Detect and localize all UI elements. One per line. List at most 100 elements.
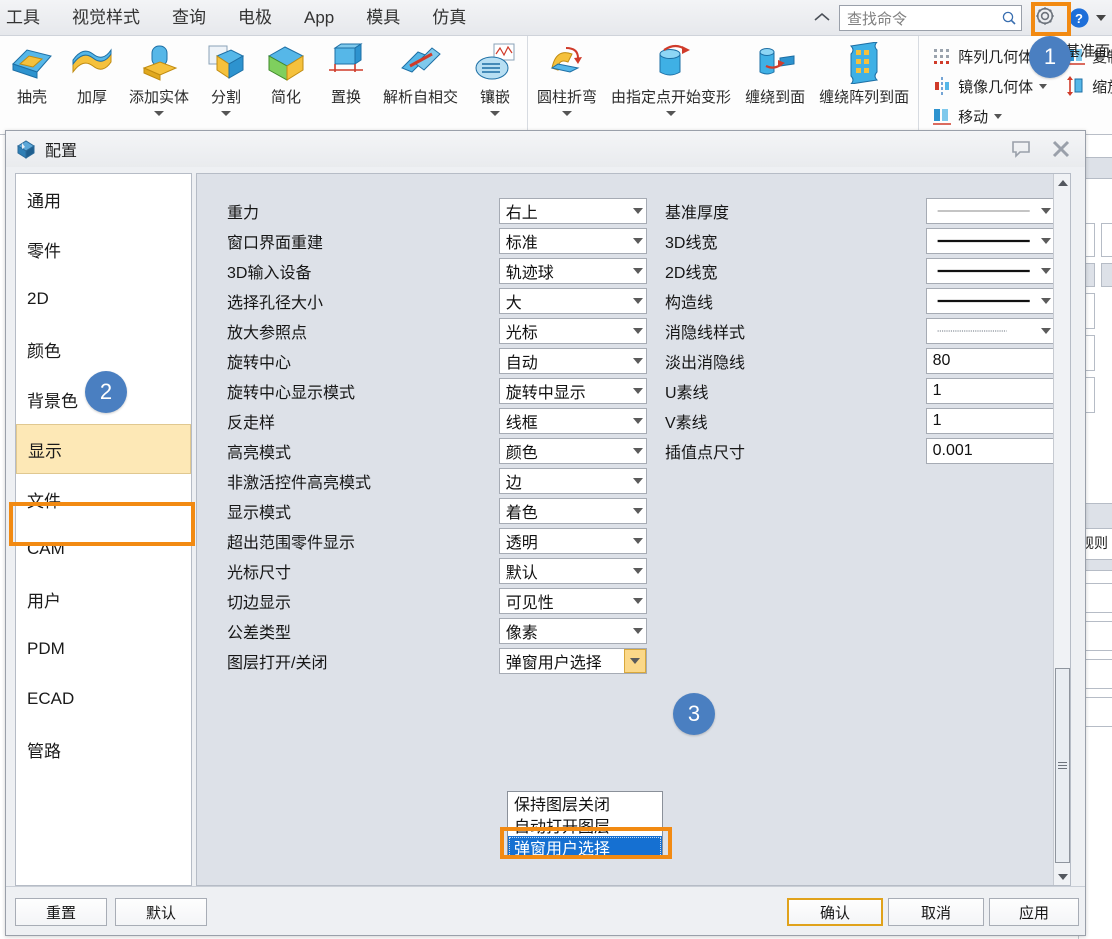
chevron-down-icon[interactable] xyxy=(490,111,501,116)
ribbon-label: 圆柱折弯 xyxy=(537,89,598,106)
sidebar-item-2d[interactable]: 2D xyxy=(16,274,191,324)
comment-icon[interactable] xyxy=(1011,139,1031,159)
chevron-down-icon[interactable] xyxy=(624,649,646,673)
chevron-down-icon[interactable] xyxy=(994,113,1003,119)
setting-input-v-isoline[interactable]: 1 xyxy=(925,408,1055,434)
setting-select-selection-aperture[interactable]: 大 xyxy=(498,288,647,314)
ribbon-button-cylindrical-bend[interactable]: 圆柱折弯 xyxy=(530,36,604,116)
setting-select-2d-line-width[interactable] xyxy=(925,258,1055,284)
setting-select-construction-line[interactable] xyxy=(925,288,1055,314)
setting-select-gravity[interactable]: 右上 xyxy=(498,198,647,224)
setting-select-rotation-center-display-mode[interactable]: 旋转中显示 xyxy=(498,378,647,404)
sidebar-item-piping[interactable]: 管路 xyxy=(16,724,191,774)
setting-row-layer-on-off: 图层打开/关闭 弹窗用户选择 xyxy=(227,646,647,676)
sidebar-item-general[interactable]: 通用 xyxy=(16,174,191,224)
line-sample xyxy=(933,235,1038,247)
setting-select-out-of-range-part-display[interactable]: 透明 xyxy=(498,528,647,554)
ribbon-button-tessellate[interactable]: 镶嵌 xyxy=(465,36,525,116)
setting-select-highlight-mode[interactable]: 颜色 xyxy=(498,438,647,464)
chevron-down-icon[interactable] xyxy=(221,111,232,116)
chevron-down-icon[interactable] xyxy=(154,111,164,116)
setting-select-display-mode[interactable]: 着色 xyxy=(498,498,647,524)
cancel-button[interactable]: 取消 xyxy=(888,898,984,926)
ribbon-button-deform-from-point[interactable]: 由指定点开始变形 xyxy=(604,36,738,116)
ok-button[interactable]: 确认 xyxy=(787,898,883,926)
chevron-down-icon[interactable] xyxy=(1096,15,1106,21)
reset-button[interactable]: 重置 xyxy=(15,898,107,926)
ribbon-command-move[interactable]: 移动 xyxy=(927,102,1051,130)
layer-on-off-dropdown[interactable]: 保持图层关闭 自动打开图层 弹窗用户选择 xyxy=(507,791,663,859)
chevron-down-icon[interactable] xyxy=(562,111,573,116)
scrollbar-down-button[interactable] xyxy=(1054,868,1070,885)
ribbon-button-wrap-to-face[interactable]: 缠绕到面 xyxy=(738,36,812,116)
menu-item-electrode[interactable]: 电极 xyxy=(222,0,288,36)
setting-value: 着色 xyxy=(505,505,538,522)
ribbon-button-resolve-self-intersection[interactable]: 解析自相交 xyxy=(376,36,465,116)
setting-select-layer-on-off[interactable]: 弹窗用户选择 xyxy=(498,648,647,674)
setting-select-3d-line-width[interactable] xyxy=(925,228,1055,254)
scrollbar-up-button[interactable] xyxy=(1054,174,1070,191)
ribbon-button-wrap-pattern-to-face[interactable]: 缠绕阵列到面 xyxy=(812,36,916,116)
apply-button[interactable]: 应用 xyxy=(989,898,1079,926)
setting-select-antialiasing[interactable]: 线框 xyxy=(498,408,647,434)
grip-icon xyxy=(1058,762,1067,769)
setting-label: 显示模式 xyxy=(227,505,292,522)
sidebar-item-color[interactable]: 颜色 xyxy=(16,324,191,374)
setting-select-rotation-center[interactable]: 自动 xyxy=(498,348,647,374)
home-icon[interactable] xyxy=(811,7,833,29)
ribbon-button-thicken[interactable]: 加厚 xyxy=(62,36,122,116)
setting-select-inactive-highlight-mode[interactable]: 边 xyxy=(498,468,647,494)
ribbon-button-replace[interactable]: 置换 xyxy=(316,36,376,116)
sidebar-item-ecad[interactable]: ECAD xyxy=(16,674,191,724)
chevron-up-icon xyxy=(1057,179,1068,186)
sidebar-item-cam[interactable]: CAM xyxy=(16,524,191,574)
setting-select-tolerance-type[interactable]: 像素 xyxy=(498,618,647,644)
setting-select-3d-input-device[interactable]: 轨迹球 xyxy=(498,258,647,284)
scrollbar-thumb[interactable] xyxy=(1055,668,1070,863)
sidebar-item-display[interactable]: 显示 xyxy=(16,424,191,474)
setting-label: 3D输入设备 xyxy=(227,265,312,282)
settings-gear-button[interactable] xyxy=(1028,1,1062,35)
dropdown-option-popup-user-choice[interactable]: 弹窗用户选择 xyxy=(508,836,662,858)
sidebar-item-pdm[interactable]: PDM xyxy=(16,624,191,674)
menu-item-query[interactable]: 查询 xyxy=(156,0,222,36)
chevron-down-icon xyxy=(630,409,646,433)
setting-select-zoom-reference-point[interactable]: 光标 xyxy=(498,318,647,344)
gear-icon xyxy=(1033,4,1057,33)
ribbon-command-mirror-geometry[interactable]: 镜像几何体 xyxy=(927,72,1051,100)
setting-select-cursor-size[interactable]: 默认 xyxy=(498,558,647,584)
sidebar-item-user[interactable]: 用户 xyxy=(16,574,191,624)
setting-select-tangent-edge-display[interactable]: 可见性 xyxy=(498,588,647,614)
dropdown-option-keep-layers-off[interactable]: 保持图层关闭 xyxy=(508,792,662,814)
settings-scrollbar[interactable] xyxy=(1053,174,1070,885)
ribbon-command-scale[interactable]: 缩放 xyxy=(1061,72,1112,100)
setting-value: 轨迹球 xyxy=(505,265,554,282)
setting-input-fade-hidden-line[interactable]: 80 xyxy=(925,348,1055,374)
setting-label: U素线 xyxy=(665,385,709,402)
ribbon-label: 分割 xyxy=(211,89,242,106)
default-button[interactable]: 默认 xyxy=(115,898,207,926)
setting-select-window-rebuild[interactable]: 标准 xyxy=(498,228,647,254)
menu-item-app[interactable]: App xyxy=(288,0,350,36)
ribbon-button-shell[interactable]: 抽壳 xyxy=(2,36,62,116)
setting-select-datum-thickness[interactable] xyxy=(925,198,1055,224)
setting-select-hidden-line-style[interactable] xyxy=(925,318,1055,344)
close-icon[interactable] xyxy=(1051,139,1071,159)
chevron-down-icon[interactable] xyxy=(666,111,677,116)
chevron-down-icon[interactable] xyxy=(1039,83,1048,89)
help-button[interactable]: ? xyxy=(1068,7,1090,29)
menu-item-mold[interactable]: 模具 xyxy=(350,0,416,36)
ribbon-button-simplify[interactable]: 简化 xyxy=(256,36,316,116)
ribbon-button-add-solid[interactable]: 添加实体 xyxy=(122,36,196,116)
setting-input-u-isoline[interactable]: 1 xyxy=(925,378,1055,404)
setting-input-interpolation-point-size[interactable]: 0.001 xyxy=(925,438,1055,464)
ribbon-button-split[interactable]: 分割 xyxy=(196,36,256,116)
search-input[interactable]: 查找命令 xyxy=(839,5,1022,31)
sidebar-item-file[interactable]: 文件 xyxy=(16,474,191,524)
sidebar-item-part[interactable]: 零件 xyxy=(16,224,191,274)
menu-item-simulation[interactable]: 仿真 xyxy=(416,0,482,36)
menu-item-tools[interactable]: 工具 xyxy=(0,0,56,36)
dropdown-option-auto-open-layers[interactable]: 自动打开图层 xyxy=(508,814,662,836)
config-dialog: 配置 通用 零件 2D 颜色 背景色 显示 文件 CAM 用户 PDM ECAD… xyxy=(5,130,1086,936)
menu-item-visual-style[interactable]: 视觉样式 xyxy=(56,0,156,36)
